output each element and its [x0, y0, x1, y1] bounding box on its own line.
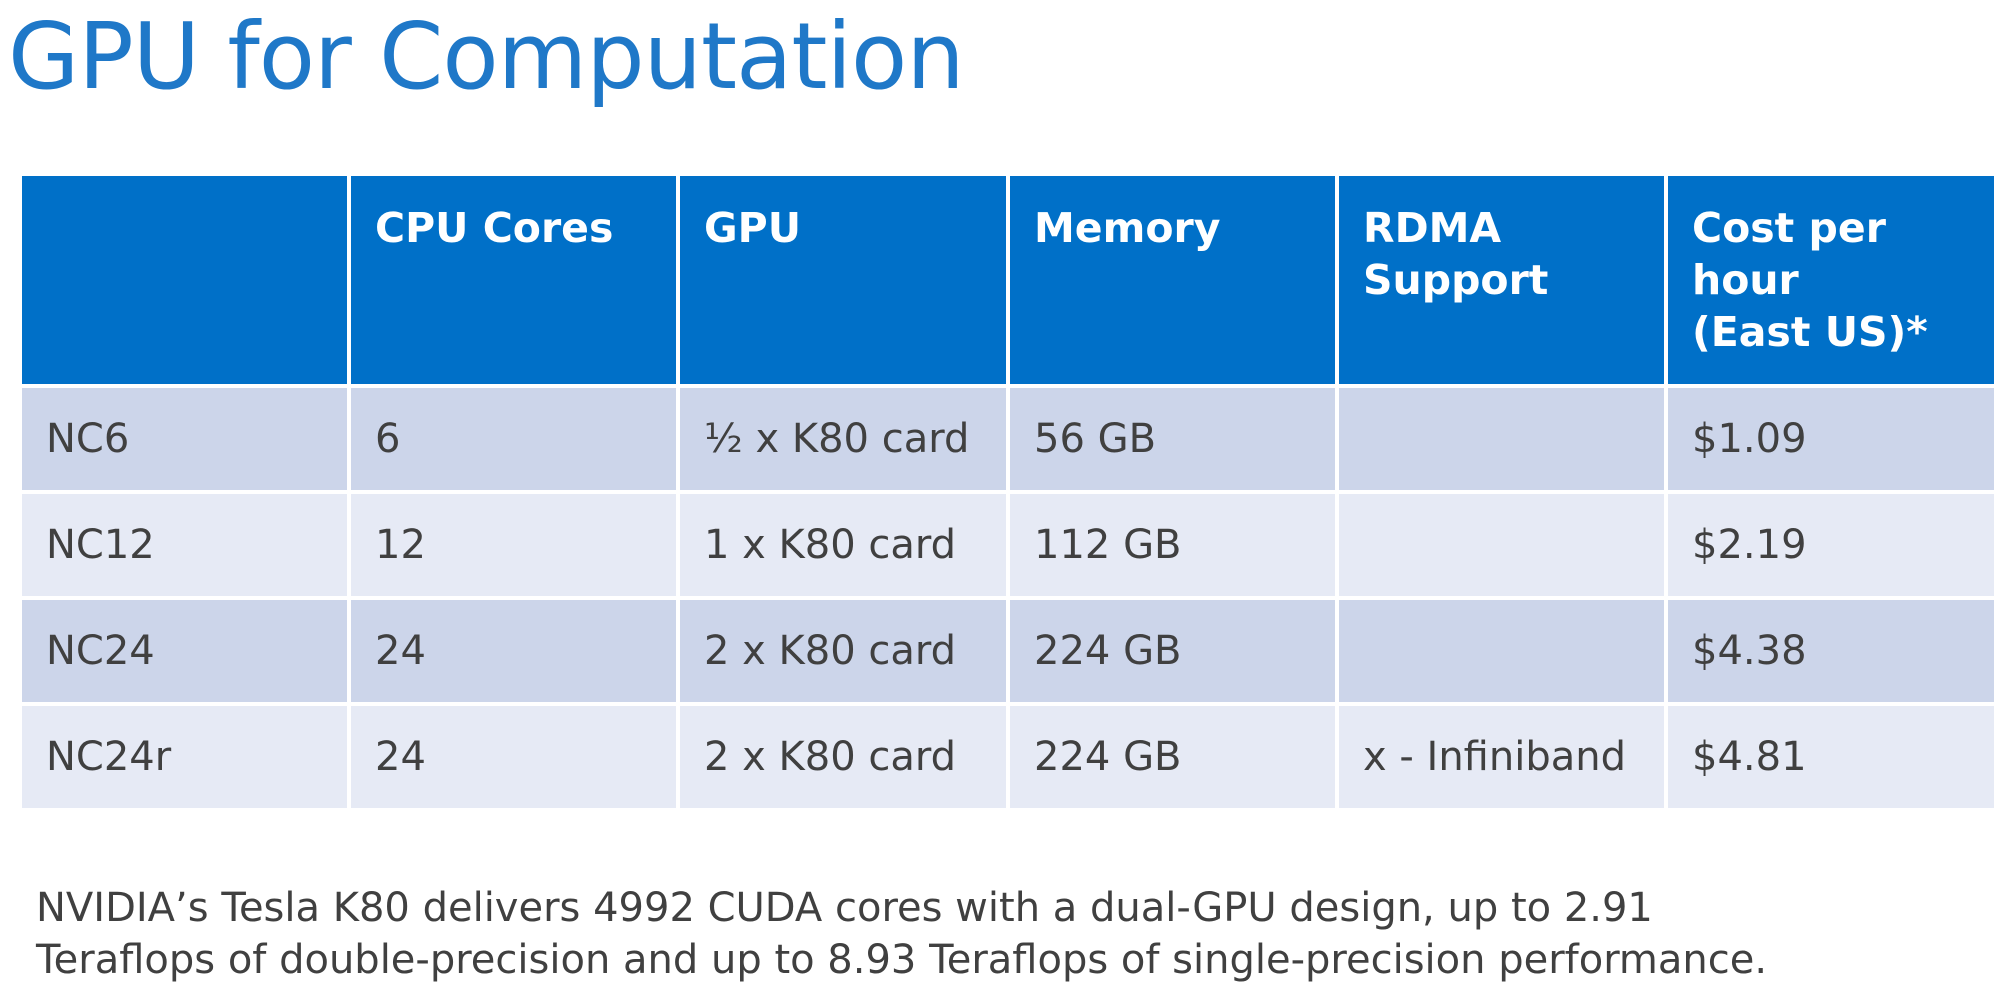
header-line: hour [1692, 256, 1799, 304]
cell-memory: 56 GB [1006, 384, 1339, 494]
cell-rdma-support: x - Infiniband [1335, 702, 1668, 812]
cell-rdma-support [1335, 596, 1668, 706]
table-row: NC24r 24 2 x K80 card 224 GB x - Infinib… [18, 702, 1998, 812]
cell-gpu: 2 x K80 card [676, 596, 1010, 706]
header-cell-memory: Memory [1006, 172, 1339, 388]
cell-cost: $2.19 [1664, 490, 1998, 600]
footnote-line: NVIDIA’s Tesla K80 delivers 4992 CUDA co… [36, 885, 1653, 931]
cell-vm-size: NC12 [18, 490, 351, 600]
header-line: RDMA [1363, 204, 1502, 252]
cell-cpu-cores: 24 [347, 596, 680, 706]
table-row: NC6 6 ½ x K80 card 56 GB $1.09 [18, 384, 1998, 494]
page-title: GPU for Computation [8, 3, 965, 110]
cell-gpu: 1 x K80 card [676, 490, 1010, 600]
table-row: NC24 24 2 x K80 card 224 GB $4.38 [18, 596, 1998, 706]
cell-vm-size: NC6 [18, 384, 351, 494]
cell-gpu: 2 x K80 card [676, 702, 1010, 812]
header-cell-gpu: GPU [676, 172, 1010, 388]
cell-vm-size: NC24r [18, 702, 351, 812]
cell-cost: $1.09 [1664, 384, 1998, 494]
header-line: (East US)* [1692, 308, 1928, 356]
cell-rdma-support [1335, 384, 1668, 494]
footnote: NVIDIA’s Tesla K80 delivers 4992 CUDA co… [36, 882, 1976, 986]
cell-cpu-cores: 6 [347, 384, 680, 494]
header-line: Cost per [1692, 204, 1886, 252]
table-row: NC12 12 1 x K80 card 112 GB $2.19 [18, 490, 1998, 600]
cell-memory: 224 GB [1006, 596, 1339, 706]
header-cell-cpu-cores: CPU Cores [347, 172, 680, 388]
cell-memory: 112 GB [1006, 490, 1339, 600]
header-line: Memory [1034, 204, 1221, 252]
cell-gpu: ½ x K80 card [676, 384, 1010, 494]
header-line: CPU Cores [375, 204, 614, 252]
cell-rdma-support [1335, 490, 1668, 600]
table-header-row: CPU Cores GPU Memory RDMA Support Cost p… [18, 172, 1998, 388]
header-line: Support [1363, 256, 1549, 304]
cell-vm-size: NC24 [18, 596, 351, 706]
cell-cost: $4.38 [1664, 596, 1998, 706]
header-cell-blank [18, 172, 351, 388]
header-cell-rdma-support: RDMA Support [1335, 172, 1668, 388]
header-cell-cost-per-hour: Cost per hour (East US)* [1664, 172, 1998, 388]
gpu-spec-table: CPU Cores GPU Memory RDMA Support Cost p… [18, 172, 1998, 812]
header-line: GPU [704, 204, 801, 252]
cell-memory: 224 GB [1006, 702, 1339, 812]
cell-cpu-cores: 12 [347, 490, 680, 600]
cell-cpu-cores: 24 [347, 702, 680, 812]
cell-cost: $4.81 [1664, 702, 1998, 812]
footnote-line: Teraflops of double-precision and up to … [36, 937, 1768, 983]
